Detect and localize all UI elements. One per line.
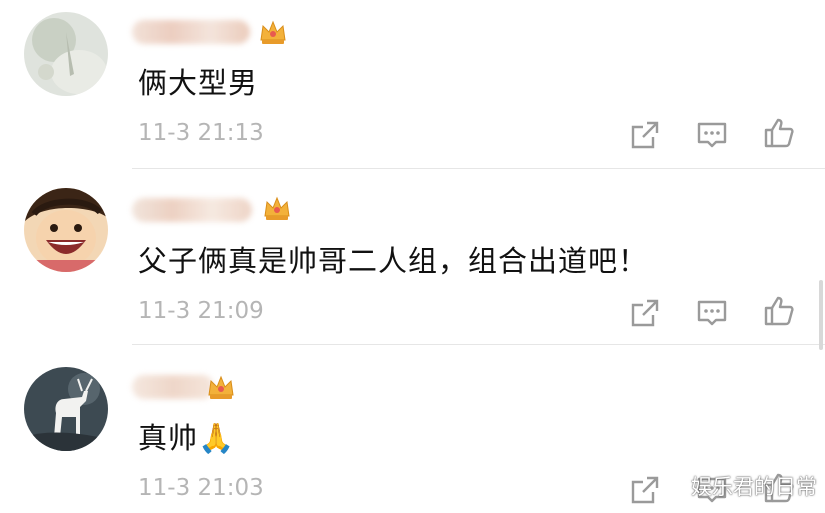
comment-icon[interactable]: [695, 118, 729, 152]
comment-icon[interactable]: [695, 296, 729, 330]
comment-text: 真帅🙏: [138, 421, 236, 455]
comment-item: 父子俩真是帅哥二人组，组合出道吧！ 11-3 21:09: [0, 170, 825, 345]
thumbs-up-icon[interactable]: [762, 116, 796, 150]
divider: [132, 168, 825, 169]
comment-text: 俩大型男: [138, 66, 259, 100]
crown-badge-icon: [206, 373, 236, 401]
comment-time: 11-3 21:13: [138, 120, 264, 146]
crown-badge-icon: [258, 18, 288, 46]
username-obscured[interactable]: [132, 20, 250, 44]
username-obscured[interactable]: [132, 375, 214, 399]
share-icon[interactable]: [628, 296, 662, 330]
avatar[interactable]: [24, 367, 108, 451]
comment-text: 父子俩真是帅哥二人组，组合出道吧！: [138, 244, 649, 278]
comment-item: 俩大型男 11-3 21:13: [0, 0, 825, 170]
avatar[interactable]: [24, 188, 108, 272]
comment-time: 11-3 21:03: [138, 475, 264, 501]
share-icon[interactable]: [628, 473, 662, 507]
avatar[interactable]: [24, 12, 108, 96]
username-obscured[interactable]: [132, 198, 252, 222]
share-icon[interactable]: [628, 118, 662, 152]
crown-badge-icon: [262, 194, 292, 222]
comment-time: 11-3 21:09: [138, 298, 264, 324]
scrollbar[interactable]: [819, 280, 823, 350]
watermark: 娱乐君的日常: [691, 475, 817, 499]
thumbs-up-icon[interactable]: [762, 294, 796, 328]
